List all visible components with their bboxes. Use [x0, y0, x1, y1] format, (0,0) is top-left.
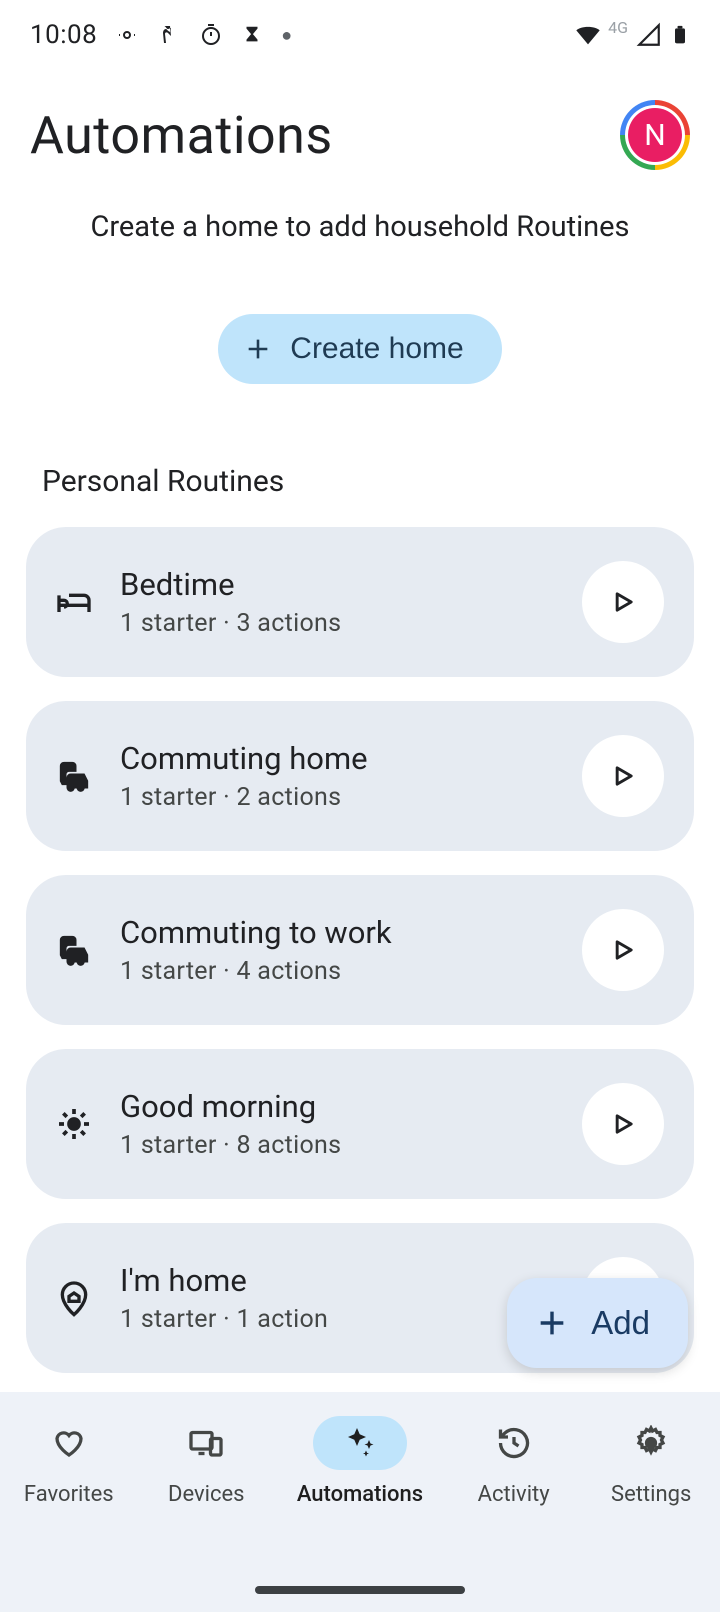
dot-icon: ● — [281, 25, 292, 46]
play-button[interactable] — [582, 561, 664, 643]
routine-subtitle: 1 starter · 8 actions — [120, 1131, 560, 1160]
routine-subtitle: 1 starter · 3 actions — [120, 609, 560, 638]
nav-item-activity[interactable]: Activity — [467, 1416, 561, 1507]
loc-home-icon — [50, 1274, 98, 1322]
plus-icon — [535, 1306, 569, 1340]
commute-icon — [50, 752, 98, 800]
network-label: 4G — [608, 18, 628, 37]
status-bar: 10:08 ● 4G — [0, 0, 720, 70]
heart-icon — [22, 1416, 116, 1470]
page-title: Automations — [30, 105, 333, 166]
routine-card[interactable]: Good morning 1 starter · 8 actions — [26, 1049, 694, 1199]
gesture-bar — [255, 1586, 465, 1594]
routine-title: Commuting to work — [120, 914, 560, 951]
account-avatar[interactable]: N — [620, 100, 690, 170]
sparkle-icon — [313, 1416, 407, 1470]
routine-card[interactable]: Commuting to work 1 starter · 4 actions — [26, 875, 694, 1025]
routine-card[interactable]: Commuting home 1 starter · 2 actions — [26, 701, 694, 851]
play-button[interactable] — [582, 1083, 664, 1165]
history-icon — [467, 1416, 561, 1470]
battery-icon — [670, 21, 690, 49]
nav-label: Settings — [611, 1482, 691, 1507]
fab-label: Add — [591, 1304, 650, 1342]
routine-title: Commuting home — [120, 740, 560, 777]
routine-title: Good morning — [120, 1088, 560, 1125]
routine-title: Bedtime — [120, 566, 560, 603]
bottom-nav: Favorites Devices Automations Activity Setti… — [0, 1392, 720, 1612]
nav-label: Devices — [168, 1482, 245, 1507]
timer-icon — [199, 23, 223, 47]
devices-icon — [159, 1416, 253, 1470]
section-title: Personal Routines — [0, 464, 720, 527]
routine-card[interactable]: Bedtime 1 starter · 3 actions — [26, 527, 694, 677]
nav-item-automations[interactable]: Automations — [297, 1416, 423, 1507]
nav-item-favorites[interactable]: Favorites — [22, 1416, 116, 1507]
routine-subtitle: 1 starter · 4 actions — [120, 957, 560, 986]
subtitle-text: Create a home to add household Routines — [0, 200, 720, 244]
wifi-icon — [574, 21, 602, 49]
app-header: Automations N — [0, 70, 720, 200]
avatar-letter: N — [628, 108, 682, 162]
gear-icon — [604, 1416, 698, 1470]
plus-icon — [244, 335, 272, 363]
nav-label: Activity — [478, 1482, 550, 1507]
nav-item-settings[interactable]: Settings — [604, 1416, 698, 1507]
sun-icon — [50, 1100, 98, 1148]
nav-label: Automations — [297, 1482, 423, 1507]
add-fab[interactable]: Add — [507, 1278, 688, 1368]
signal-icon — [636, 22, 662, 48]
commute-icon — [50, 926, 98, 974]
play-button[interactable] — [582, 735, 664, 817]
routine-subtitle: 1 starter · 1 action — [120, 1305, 560, 1334]
nav-item-devices[interactable]: Devices — [159, 1416, 253, 1507]
bed-icon — [50, 578, 98, 626]
play-button[interactable] — [582, 909, 664, 991]
routine-title: I'm home — [120, 1262, 560, 1299]
hourglass-icon — [241, 24, 263, 46]
routine-subtitle: 1 starter · 2 actions — [120, 783, 560, 812]
status-clock: 10:08 — [30, 20, 97, 50]
broadcast-icon — [115, 23, 139, 47]
nav-label: Favorites — [24, 1482, 114, 1507]
create-home-button[interactable]: Create home — [218, 314, 501, 384]
create-home-label: Create home — [290, 332, 463, 366]
gesture-icon — [157, 23, 181, 47]
